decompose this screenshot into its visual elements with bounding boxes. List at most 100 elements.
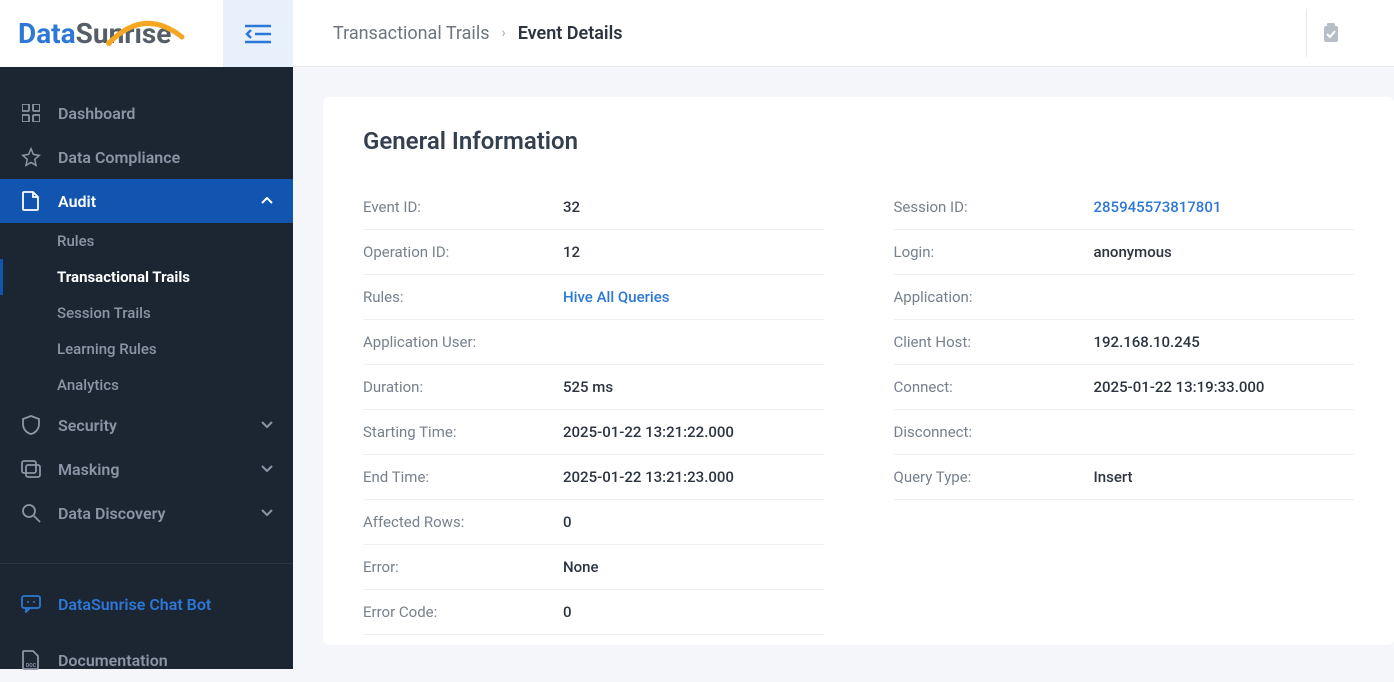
clipboard-icon [1322, 23, 1340, 43]
breadcrumb-current: Event Details [518, 23, 623, 44]
sidebar-toggle-button[interactable] [223, 0, 293, 67]
info-value: 32 [563, 198, 580, 216]
info-label: Application: [894, 288, 1094, 306]
sidebar-item-label: Data Discovery [58, 504, 165, 523]
info-row: Login:anonymous [894, 230, 1355, 275]
info-grid: Event ID:32Operation ID:12Rules:Hive All… [363, 185, 1354, 635]
chevron-right-icon: › [501, 25, 505, 41]
info-row: Starting Time:2025-01-22 13:21:22.000 [363, 410, 824, 455]
topbar-right [1306, 9, 1354, 57]
info-label: Operation ID: [363, 243, 563, 261]
sidebar-item-label: Security [58, 416, 117, 435]
dashboard-icon [20, 102, 42, 124]
sidebar-item-label: Dashboard [58, 104, 135, 123]
sidebar-subitem-rules[interactable]: Rules [0, 223, 293, 259]
sidebar-item-dashboard[interactable]: Dashboard [0, 91, 293, 135]
star-icon [20, 146, 42, 168]
sidebar-item-security[interactable]: Security [0, 403, 293, 447]
menu-collapse-icon [245, 23, 271, 45]
info-col-right: Session ID:285945573817801Login:anonymou… [894, 185, 1355, 635]
sidebar-item-masking[interactable]: Masking [0, 447, 293, 491]
svg-text:DOC: DOC [26, 663, 37, 669]
main: Transactional Trails › Event Details Gen… [293, 0, 1394, 669]
info-label: Login: [894, 243, 1094, 261]
sidebar-item-data-discovery[interactable]: Data Discovery [0, 491, 293, 535]
info-row: Client Host:192.168.10.245 [894, 320, 1355, 365]
info-row: Connect:2025-01-22 13:19:33.000 [894, 365, 1355, 410]
info-label: Disconnect: [894, 423, 1094, 441]
sidebar-item-label: Masking [58, 460, 119, 479]
info-row: End Time:2025-01-22 13:21:23.000 [363, 455, 824, 500]
breadcrumb: Transactional Trails › Event Details [333, 23, 623, 44]
info-value: None [563, 558, 599, 576]
info-row: Operation ID:12 [363, 230, 824, 275]
sidebar-item-label: Session Trails [57, 304, 151, 322]
sidebar-subitem-session-trails[interactable]: Session Trails [0, 295, 293, 331]
sidebar: DataSunrise Dashboard Data Compliance [0, 0, 293, 669]
info-value: 2025-01-22 13:21:22.000 [563, 423, 734, 441]
chevron-down-icon [261, 421, 273, 429]
topbar: Transactional Trails › Event Details [293, 0, 1394, 67]
sidebar-item-label: Analytics [57, 376, 119, 394]
file-icon [20, 190, 42, 212]
info-row: Error:None [363, 545, 824, 590]
audit-submenu: Rules Transactional Trails Session Trail… [0, 223, 293, 403]
chevron-down-icon [261, 465, 273, 473]
doc-icon: DOC [20, 649, 42, 671]
info-value: 0 [563, 603, 572, 621]
info-row: Application: [894, 275, 1355, 320]
sidebar-item-label: Data Compliance [58, 148, 180, 167]
info-row: Disconnect: [894, 410, 1355, 455]
info-label: Client Host: [894, 333, 1094, 351]
info-value: 525 ms [563, 378, 613, 396]
sidebar-item-chat-bot[interactable]: DataSunrise Chat Bot [0, 582, 293, 626]
info-label: Application User: [363, 333, 563, 351]
info-value: 192.168.10.245 [1094, 333, 1200, 351]
sidebar-item-label: Rules [57, 232, 94, 250]
chevron-up-icon [261, 197, 273, 205]
sidebar-item-label: Documentation [58, 651, 168, 670]
info-value[interactable]: 285945573817801 [1094, 198, 1222, 216]
content: General Information Event ID:32Operation… [293, 67, 1394, 669]
info-label: Error Code: [363, 603, 563, 621]
sidebar-item-audit[interactable]: Audit [0, 179, 293, 223]
sidebar-item-label: Audit [58, 192, 96, 211]
info-row: Session ID:285945573817801 [894, 185, 1355, 230]
sidebar-subitem-learning-rules[interactable]: Learning Rules [0, 331, 293, 367]
info-row: Event ID:32 [363, 185, 824, 230]
info-label: Duration: [363, 378, 563, 396]
sidebar-item-data-compliance[interactable]: Data Compliance [0, 135, 293, 179]
info-label: Rules: [363, 288, 563, 306]
info-col-left: Event ID:32Operation ID:12Rules:Hive All… [363, 185, 824, 635]
logo[interactable]: DataSunrise [0, 17, 223, 50]
chat-icon [20, 593, 42, 615]
info-row: Affected Rows:0 [363, 500, 824, 545]
breadcrumb-parent[interactable]: Transactional Trails [333, 23, 489, 44]
sidebar-item-documentation[interactable]: DOC Documentation [0, 638, 293, 682]
info-value[interactable]: Hive All Queries [563, 288, 670, 306]
sidebar-item-label: Transactional Trails [57, 268, 190, 286]
info-row: Application User: [363, 320, 824, 365]
info-value: 2025-01-22 13:21:23.000 [563, 468, 734, 486]
info-value: Insert [1094, 468, 1133, 486]
sidebar-subitem-analytics[interactable]: Analytics [0, 367, 293, 403]
info-value: anonymous [1094, 243, 1172, 261]
info-label: Starting Time: [363, 423, 563, 441]
info-label: Query Type: [894, 468, 1094, 486]
section-title: General Information [363, 127, 1354, 155]
info-row: Error Code:0 [363, 590, 824, 635]
info-row: Rules:Hive All Queries [363, 275, 824, 320]
shield-icon [20, 414, 42, 436]
info-value: 12 [563, 243, 580, 261]
info-label: Connect: [894, 378, 1094, 396]
sidebar-item-label: Learning Rules [57, 340, 157, 358]
masking-icon [20, 458, 42, 480]
clipboard-button[interactable] [1306, 9, 1354, 57]
info-value: 2025-01-22 13:19:33.000 [1094, 378, 1265, 396]
info-label: End Time: [363, 468, 563, 486]
sidebar-subitem-transactional-trails[interactable]: Transactional Trails [0, 259, 293, 295]
nav-bottom: DataSunrise Chat Bot DOC Documentation [0, 563, 293, 682]
general-info-card: General Information Event ID:32Operation… [323, 97, 1394, 645]
info-label: Event ID: [363, 198, 563, 216]
info-value: 0 [563, 513, 572, 531]
